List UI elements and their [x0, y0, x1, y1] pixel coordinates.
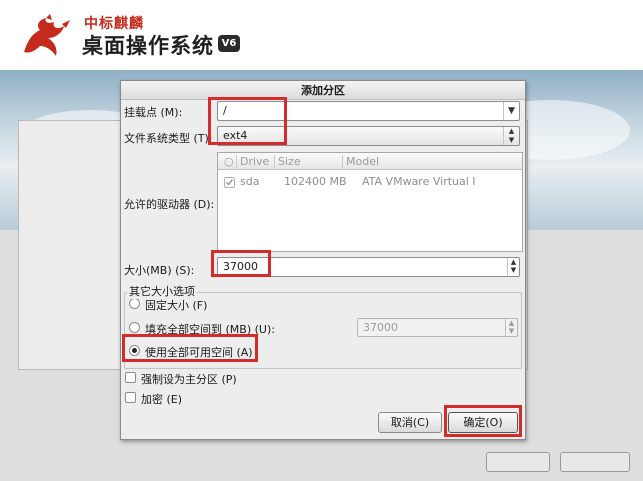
drive-name: sda	[240, 175, 260, 188]
cancel-button[interactable]: 取消(C)	[378, 412, 442, 433]
size-label: 大小(MB) (S):	[124, 264, 195, 277]
col-model: Model	[346, 155, 380, 168]
background-back-button	[486, 452, 550, 472]
col-drive: Drive	[240, 155, 270, 168]
force-primary-label: 强制设为主分区 (P)	[141, 373, 237, 386]
updown-arrows-icon[interactable]: ▲ ▼	[503, 127, 519, 145]
drives-label: 允许的驱动器 (D):	[124, 198, 215, 211]
background-next-button	[560, 452, 630, 472]
fill-to-value: 37000	[363, 321, 398, 334]
drives-table[interactable]: ○ Drive Size Model sda 102400 MB ATA VMw…	[217, 152, 523, 252]
drive-size: 102400 MB	[284, 175, 347, 188]
check-icon	[225, 179, 234, 186]
col-size: Size	[278, 155, 301, 168]
force-primary-checkbox[interactable]	[125, 372, 136, 383]
kylin-logo-icon	[24, 14, 70, 56]
mount-point-label: 挂载点 (M):	[124, 106, 183, 119]
fixed-size-radio[interactable]	[129, 298, 140, 309]
dialog-title: 添加分区	[121, 81, 525, 100]
highlight-fill-all	[122, 334, 258, 362]
fill-to-spinbox[interactable]: 37000 ▲ ▼	[357, 318, 518, 337]
spin-arrows-icon[interactable]: ▲ ▼	[505, 319, 517, 336]
fill-to-radio[interactable]	[129, 322, 140, 333]
chevron-down-icon[interactable]: ▼	[503, 102, 519, 120]
highlight-size	[211, 250, 271, 277]
header-checkbox-icon: ○	[224, 155, 234, 168]
brand-product: 桌面操作系统	[82, 34, 214, 58]
encrypt-checkbox[interactable]	[125, 392, 136, 403]
drive-model: ATA VMware Virtual I	[362, 175, 476, 188]
size-options-group-label: 其它大小选项	[127, 283, 197, 299]
fixed-size-label: 固定大小 (F)	[145, 299, 208, 312]
add-partition-dialog: 添加分区 挂载点 (M): / ▼ 文件系统类型 (T): ext4 ▲ ▼ 允许…	[120, 80, 526, 440]
spin-arrows-icon[interactable]: ▲ ▼	[507, 258, 519, 276]
encrypt-label: 加密 (E)	[141, 393, 183, 406]
drives-table-header: ○ Drive Size Model	[218, 153, 522, 170]
highlight-mount-fs	[208, 97, 287, 145]
highlight-ok	[444, 405, 522, 437]
fs-type-label: 文件系统类型 (T):	[124, 132, 213, 145]
version-badge: V6	[218, 35, 240, 52]
installer-header: 中标麒麟 桌面操作系统 V6	[0, 0, 643, 68]
drive-checkbox[interactable]	[224, 177, 235, 188]
